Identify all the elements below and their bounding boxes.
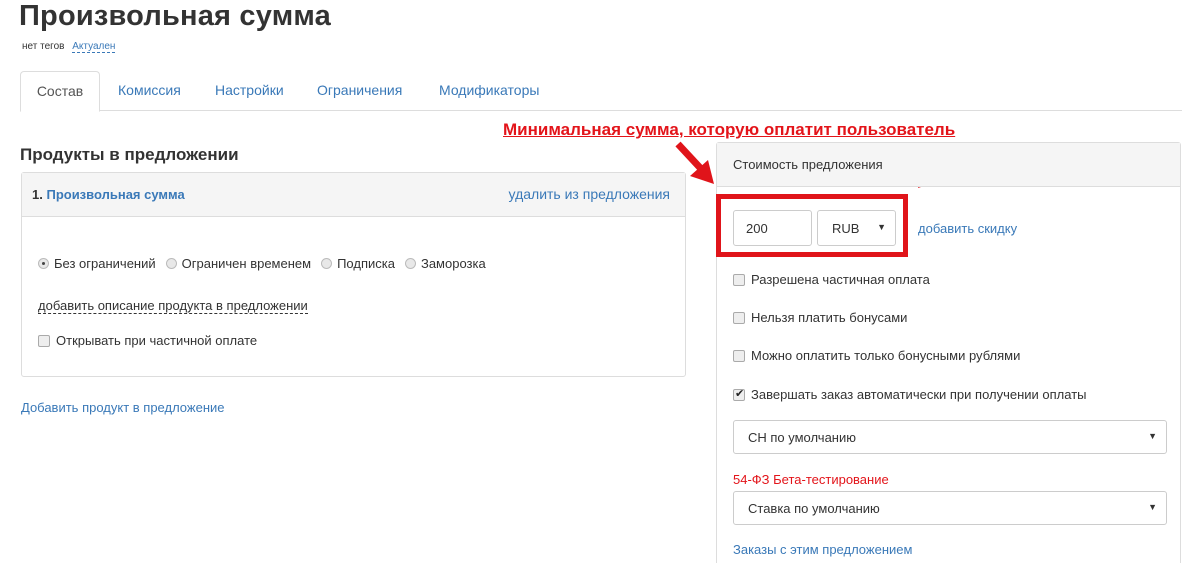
tab-commission[interactable]: Комиссия xyxy=(118,71,181,112)
currency-value: RUB xyxy=(832,221,860,236)
tab-restrictions[interactable]: Ограничения xyxy=(317,71,402,112)
checkbox-icon[interactable] xyxy=(733,273,745,286)
status-link[interactable]: Актуален xyxy=(72,41,116,53)
no-bonus-checkbox[interactable]: Нельзя платить бонусами xyxy=(733,310,907,325)
radio-label: Ограничен временем xyxy=(181,256,312,271)
vat-rate-value: Ставка по умолчанию xyxy=(748,501,880,516)
add-description-link[interactable]: добавить описание продукта в предложении xyxy=(38,298,308,314)
auto-complete-checkbox[interactable]: Завершать заказ автоматически при получе… xyxy=(733,387,1087,402)
checkbox-label: Завершать заказ автоматически при получе… xyxy=(751,387,1087,402)
tab-composition[interactable]: Состав xyxy=(20,71,100,112)
caret-down-icon: ▼ xyxy=(1148,502,1157,512)
limit-radio-group: Без ограничений Ограничен временем Подпи… xyxy=(38,256,496,271)
offer-meta: нет тегов Актуален xyxy=(22,41,116,53)
radio-icon[interactable] xyxy=(321,258,333,269)
radio-time-limited[interactable]: Ограничен временем xyxy=(165,256,312,271)
tax-system-value: СН по умолчанию xyxy=(748,430,856,445)
tags-label: нет тегов xyxy=(22,41,65,52)
checkbox-label: Открывать при частичной оплате xyxy=(56,333,258,348)
annotation-text: Минимальная сумма, которую оплатит польз… xyxy=(503,120,956,139)
radio-subscription[interactable]: Подписка xyxy=(321,256,395,271)
product-title: 1. Произвольная сумма xyxy=(32,187,185,202)
fz-beta-label: 54-ФЗ Бета-тестирование xyxy=(733,472,889,487)
product-index: 1. xyxy=(32,187,43,202)
radio-label: Подписка xyxy=(337,256,395,271)
tab-bar: Состав Комиссия Настройки Ограничения Мо… xyxy=(20,71,1182,112)
products-section-title: Продукты в предложении xyxy=(20,145,239,164)
product-panel: 1. Произвольная сумма удалить из предлож… xyxy=(21,172,686,377)
pricing-header: Стоимость предложения xyxy=(717,143,1180,187)
checkbox-label: Разрешена частичная оплата xyxy=(751,272,930,287)
currency-select[interactable]: RUB ▼ xyxy=(817,210,896,246)
caret-down-icon: ▼ xyxy=(1148,431,1157,441)
tax-system-select[interactable]: СН по умолчанию ▼ xyxy=(733,420,1167,454)
amount-input[interactable]: 200 xyxy=(733,210,812,246)
radio-selected-icon[interactable] xyxy=(38,258,49,269)
tab-settings[interactable]: Настройки xyxy=(215,71,284,112)
radio-icon[interactable] xyxy=(404,258,416,269)
radio-freeze[interactable]: Заморозка xyxy=(404,256,486,271)
product-name-link[interactable]: Произвольная сумма xyxy=(46,187,184,202)
checkbox-icon[interactable] xyxy=(38,334,50,347)
radio-no-limits[interactable]: Без ограничений xyxy=(38,256,156,271)
checkbox-checked-icon[interactable] xyxy=(733,387,745,401)
orders-link[interactable]: Заказы с этим предложением xyxy=(733,542,912,557)
product-header: 1. Произвольная сумма удалить из предлож… xyxy=(22,173,685,217)
vat-rate-select[interactable]: Ставка по умолчанию ▼ xyxy=(733,491,1167,525)
checkbox-label: Можно оплатить только бонусными рублями xyxy=(751,348,1021,363)
radio-label: Без ограничений xyxy=(54,256,156,271)
checkbox-icon[interactable] xyxy=(733,311,745,324)
tab-modifiers[interactable]: Модификаторы xyxy=(439,71,539,112)
add-discount-link[interactable]: добавить скидку xyxy=(918,221,1017,236)
checkbox-icon[interactable] xyxy=(733,349,745,362)
checkbox-label: Нельзя платить бонусами xyxy=(751,310,908,325)
page-title: Произвольная сумма xyxy=(19,0,331,32)
open-partial-checkbox[interactable]: Открывать при частичной оплате xyxy=(38,333,257,348)
add-product-link[interactable]: Добавить продукт в предложение xyxy=(21,400,225,415)
bonus-only-checkbox[interactable]: Можно оплатить только бонусными рублями xyxy=(733,348,1020,363)
remove-product-link[interactable]: удалить из предложения xyxy=(509,186,670,202)
caret-down-icon: ▼ xyxy=(877,222,886,232)
radio-label: Заморозка xyxy=(420,256,486,271)
partial-payment-checkbox[interactable]: Разрешена частичная оплата xyxy=(733,272,930,287)
radio-icon[interactable] xyxy=(165,258,177,269)
